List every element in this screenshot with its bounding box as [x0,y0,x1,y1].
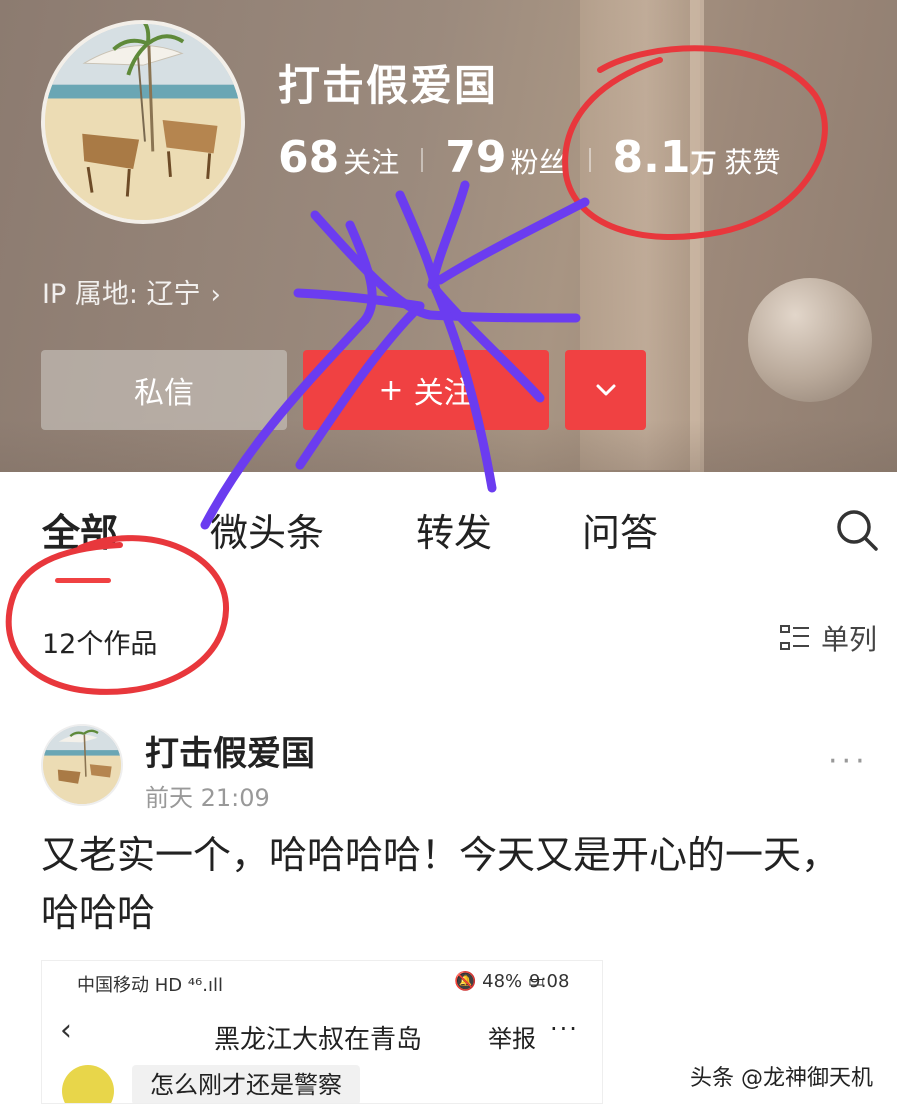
post-author-name[interactable]: 打击假爱国 [145,726,315,775]
message-button[interactable]: 私信 [41,350,287,430]
more-icon[interactable]: ··· [828,744,869,779]
post-timestamp: 前天 21:09 [145,784,270,812]
embedded-chat-message: 怎么刚才还是警察 [132,1065,360,1103]
beach-chairs-icon [45,24,241,220]
stat-likes-label: 获赞 [724,146,781,179]
ip-location[interactable]: IP 属地: 辽宁 › [42,272,221,311]
stat-followers-value: 79 [445,132,507,183]
stat-likes-value: 8.1 [612,132,691,183]
background-edge [690,0,704,472]
watermark: 头条 @龙神御天机 [690,1066,873,1091]
embedded-title: 黑龙江大叔在青岛 [214,1025,423,1055]
post-content[interactable]: 又老实一个，哈哈哈哈！今天又是开心的一天，哈哈哈 [41,826,871,942]
stat-divider [421,148,424,172]
active-tab-indicator [55,578,111,583]
chevron-right-icon: › [210,280,221,310]
works-count: 12个作品 [42,629,158,660]
stat-following-label: 关注 [343,146,400,179]
more-options-button[interactable] [565,350,646,430]
ip-location-text: IP 属地: 辽宁 [42,279,201,310]
profile-stats: 68 关注 79 粉丝 8.1万 获赞 [278,132,780,188]
stat-divider [588,148,591,172]
list-icon [780,625,809,650]
follow-button-label: 关注 [413,376,474,411]
embedded-more-icon: ··· [550,1015,579,1043]
stat-following-value: 68 [278,132,340,183]
profile-avatar[interactable] [41,20,245,224]
tab-qa[interactable]: 问答 [582,502,658,557]
back-icon: ‹ [60,1013,72,1048]
chevron-down-icon [596,384,615,396]
profile-header: 打击假爱国 68 关注 79 粉丝 8.1万 获赞 IP 属地: 辽宁 › 私信 + 关… [0,0,897,472]
background-sphere [748,278,872,402]
plus-icon: + [378,372,404,408]
post-author-avatar[interactable] [41,724,123,806]
embedded-status-bar: 中国移动 HD ⁴⁶.ıll 🔕 48% ▭ 9:08 [42,961,602,1001]
profile-name: 打击假爱国 [278,61,499,110]
view-mode-label: 单列 [821,623,878,656]
content-tabs: 全部 微头条 转发 问答 [0,472,897,592]
embedded-carrier: 中国移动 HD ⁴⁶.ıll [77,975,223,996]
embedded-time: 9:08 [529,971,570,992]
embedded-report: 举报 [488,1025,536,1053]
tab-micro-headlines[interactable]: 微头条 [210,502,324,557]
beach-chairs-icon [43,726,121,804]
stat-followers-label: 粉丝 [510,146,567,179]
post-image[interactable]: 中国移动 HD ⁴⁶.ıll 🔕 48% ▭ 9:08 ‹ 黑龙江大叔在青岛 举… [41,960,603,1104]
stat-following[interactable]: 68 关注 [278,132,399,183]
view-mode-toggle[interactable]: 单列 [779,618,877,658]
search-icon[interactable] [835,508,879,552]
stat-likes-unit: 万 [690,149,717,179]
tab-reposts[interactable]: 转发 [416,502,492,557]
stat-followers[interactable]: 79 粉丝 [445,132,566,183]
tab-all[interactable]: 全部 [42,502,118,557]
follow-button[interactable]: + 关注 [303,350,549,430]
stat-likes[interactable]: 8.1万 获赞 [613,132,781,183]
embedded-chat-avatar [62,1065,114,1103]
embedded-nav-bar: ‹ 黑龙江大叔在青岛 举报 ··· [42,1013,602,1057]
message-button-label: 私信 [134,376,194,411]
